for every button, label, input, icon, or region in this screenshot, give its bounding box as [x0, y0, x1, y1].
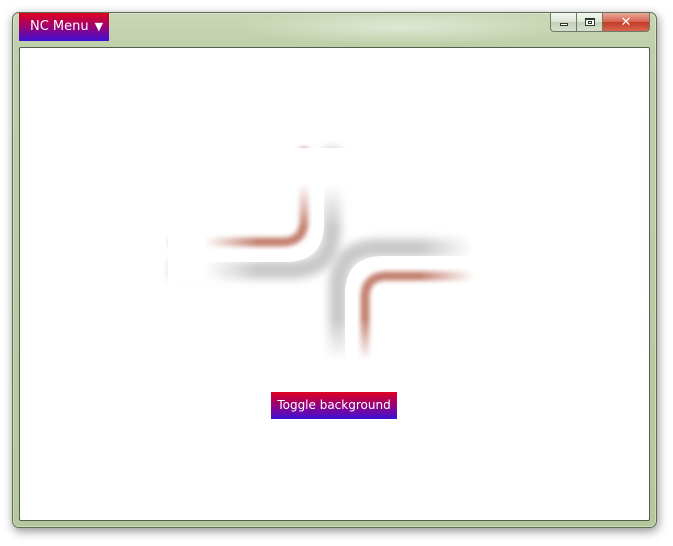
top-left-corner-shape: [168, 148, 350, 286]
nc-menu-button[interactable]: NC Menu ▼: [19, 13, 109, 41]
titlebar-glow: [233, 15, 573, 45]
maximize-button[interactable]: [577, 13, 603, 32]
cross-corners-graphic: [168, 148, 510, 388]
triangle-down-icon: ▼: [94, 20, 104, 33]
client-area: Toggle background: [19, 47, 650, 521]
caption-buttons: ✕: [550, 13, 650, 33]
toggle-background-button[interactable]: Toggle background: [271, 392, 397, 419]
app-window: NC Menu ▼ ✕ Toggle background: [12, 12, 657, 528]
close-icon: ✕: [620, 14, 632, 30]
nc-menu-label: NC Menu: [30, 19, 89, 34]
bottom-right-corner-shape: [320, 228, 510, 388]
maximize-icon: [584, 18, 595, 26]
minimize-button[interactable]: [550, 13, 577, 32]
close-button[interactable]: ✕: [603, 13, 650, 32]
minimize-icon: [559, 23, 568, 26]
